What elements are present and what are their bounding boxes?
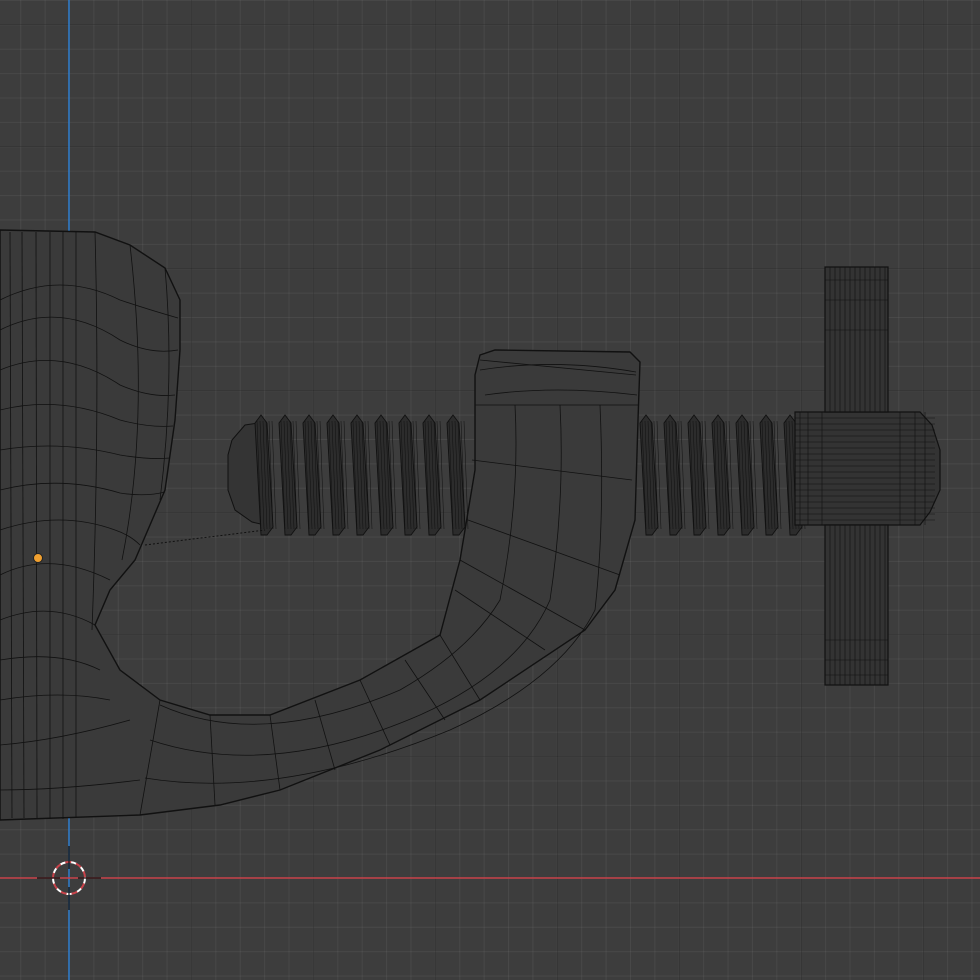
thread-ridge bbox=[663, 414, 683, 536]
thread-ridge bbox=[446, 414, 466, 536]
thread-ridge bbox=[759, 414, 779, 536]
3d-viewport[interactable]: c-clamp bbox=[0, 0, 980, 980]
scene-canvas[interactable] bbox=[0, 0, 980, 980]
screw-threads-left bbox=[254, 414, 469, 536]
thread-ridge bbox=[278, 414, 298, 536]
thread-ridge bbox=[302, 414, 322, 536]
screw-threads-right bbox=[639, 414, 806, 536]
thread-ridge bbox=[326, 414, 346, 536]
thread-ridge bbox=[350, 414, 370, 536]
thread-ridge bbox=[687, 414, 707, 536]
t-handle-bottom[interactable] bbox=[824, 524, 889, 686]
t-handle-top[interactable] bbox=[824, 266, 889, 413]
thread-ridge bbox=[639, 414, 659, 536]
thread-ridge bbox=[374, 414, 394, 536]
parent-relation-line bbox=[144, 529, 266, 546]
thread-ridge bbox=[735, 414, 755, 536]
thread-ridge bbox=[398, 414, 418, 536]
thread-ridge bbox=[711, 414, 731, 536]
screw-swivel-pad[interactable] bbox=[794, 411, 941, 526]
thread-ridge bbox=[422, 414, 442, 536]
object-origin-dot[interactable] bbox=[33, 553, 43, 563]
